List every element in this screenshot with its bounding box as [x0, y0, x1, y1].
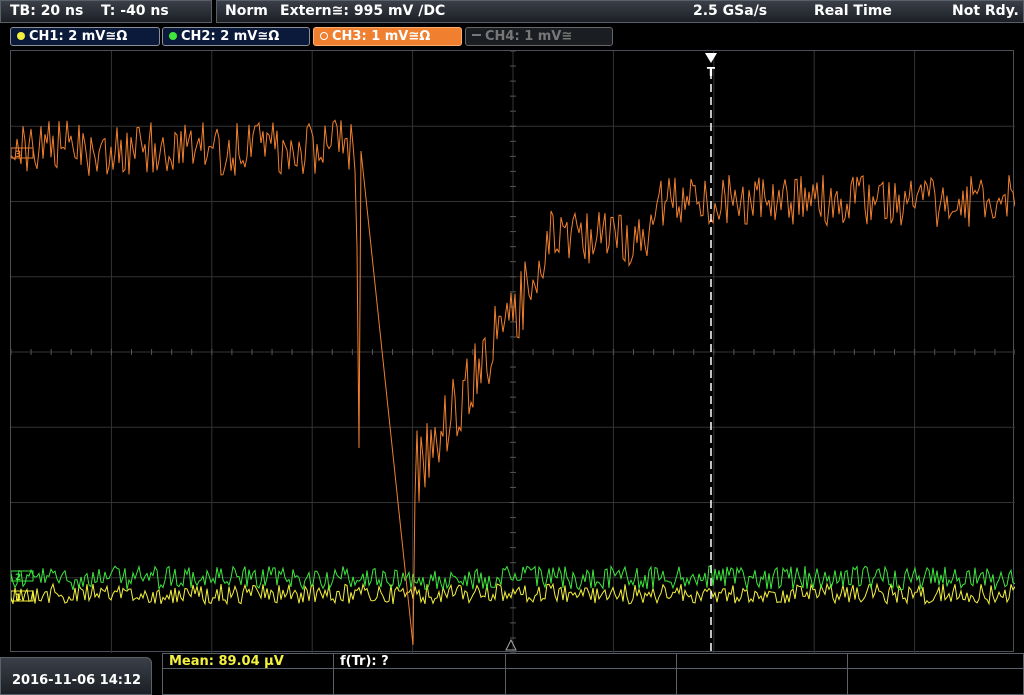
trigger-offset-readout[interactable]: T: -40 ns — [101, 3, 169, 19]
ch3-indicator-icon — [320, 32, 328, 40]
trigger-position-marker-icon — [705, 53, 717, 63]
trigger-marker-label: T — [707, 65, 716, 79]
measurement-cell-empty-4[interactable] — [676, 653, 848, 669]
measurement-cell-empty-8[interactable] — [505, 668, 677, 695]
timebase-readout[interactable]: TB: 20 ns — [10, 3, 83, 19]
channel-tab-ch1[interactable]: CH1: 2 mV≅Ω — [10, 27, 160, 46]
ch2-indicator-icon — [169, 32, 177, 40]
ch2-level-marker-label: 2 — [15, 573, 21, 583]
acquisition-mode[interactable]: Real Time — [814, 3, 892, 19]
datetime-readout: 2016-11-06 14:12 — [12, 673, 142, 688]
ch2-label: CH2: 2 mV≅Ω — [181, 29, 280, 44]
ch4-indicator-icon — [472, 34, 481, 36]
acquisition-status: Not Rdy. — [952, 3, 1019, 19]
trigger-mode[interactable]: Norm — [225, 3, 268, 19]
channel-tab-ch2[interactable]: CH2: 2 mV≅Ω — [162, 27, 310, 46]
channel-tab-ch3[interactable]: CH3: 1 mV≅Ω — [313, 27, 462, 46]
measurement-cell-empty-5[interactable] — [847, 653, 1024, 669]
measurement-cell-empty-10[interactable] — [847, 668, 1024, 695]
horizontal-position-marker-icon — [505, 638, 517, 651]
measurement-cell-empty-3[interactable] — [505, 653, 677, 669]
channel-tab-ch4[interactable]: CH4: 1 mV≅ — [465, 27, 613, 46]
ch1-label: CH1: 2 mV≅Ω — [29, 29, 128, 44]
ch1-indicator-icon — [17, 32, 25, 40]
trigger-source[interactable]: Extern≅: 995 mV ∕DC — [280, 3, 445, 19]
ch4-label: CH4: 1 mV≅ — [485, 29, 573, 44]
waveform-canvas[interactable]: T 3 2 1 — [11, 51, 1015, 653]
measurement-cell-empty-9[interactable] — [676, 668, 848, 695]
measurement-panel[interactable]: Mean: 89.04 µV f(Tr): ? — [162, 653, 1024, 695]
ch3-label: CH3: 1 mV≅Ω — [332, 29, 431, 44]
measurement-cell-empty-7[interactable] — [333, 668, 506, 695]
ch3-level-marker-label: 3 — [15, 150, 21, 160]
top-status-bar: TB: 20 ns T: -40 ns Norm Extern≅: 995 mV… — [0, 0, 1024, 24]
ftr-measurement: f(Tr): ? — [340, 654, 389, 669]
waveform-display[interactable]: T 3 2 1 — [10, 50, 1015, 653]
mean-measurement: Mean: 89.04 µV — [169, 654, 284, 669]
ch1-level-marker-label: 1 — [15, 593, 21, 603]
sample-rate[interactable]: 2.5 GSa/s — [693, 3, 767, 19]
measurement-cell-empty-6[interactable] — [162, 668, 334, 695]
